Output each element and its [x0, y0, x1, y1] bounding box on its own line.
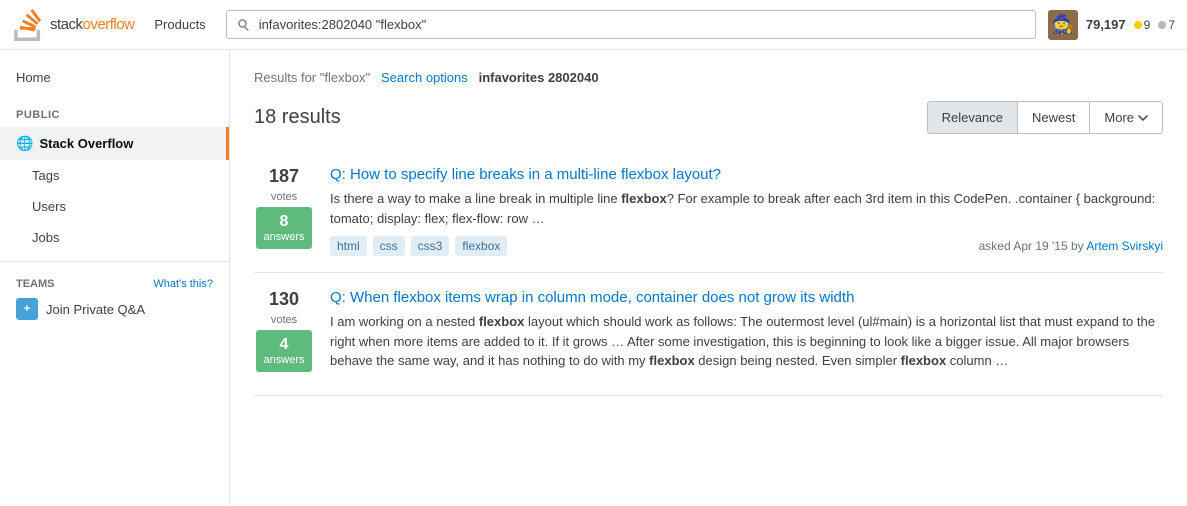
- results-count-bar: 18 results Relevance Newest More: [254, 101, 1163, 134]
- products-button[interactable]: Products: [146, 13, 213, 36]
- question-item: 130 votes 4 answers Q: When flexbox item…: [254, 273, 1163, 396]
- search-icon: [237, 18, 251, 32]
- logo-text: stackoverflow: [50, 16, 134, 33]
- tag-css[interactable]: css: [373, 236, 405, 256]
- stackoverflow-logo-icon: [12, 9, 44, 41]
- author-link[interactable]: Artem Svirskyi: [1086, 239, 1163, 253]
- join-icon: +: [16, 298, 38, 320]
- main-layout: Home PUBLIC 🌐 Stack Overflow Tags Users …: [0, 50, 1187, 506]
- teams-section: TEAMS What's this? + Join Private Q&A: [0, 261, 229, 336]
- teams-label: TEAMS: [16, 278, 55, 290]
- votes-label: votes: [271, 314, 297, 326]
- sidebar: Home PUBLIC 🌐 Stack Overflow Tags Users …: [0, 50, 230, 506]
- vote-count: 187: [269, 166, 299, 187]
- header: stackoverflow Products 🧙 79,197 9 7: [0, 0, 1187, 50]
- sort-buttons: Relevance Newest More: [927, 101, 1163, 134]
- search-input[interactable]: [259, 17, 1025, 32]
- q-stats: 187 votes 8 answers: [254, 166, 314, 256]
- answers-label-text: answers: [264, 231, 305, 243]
- search-bar: [226, 10, 1036, 39]
- silver-badge: 7: [1158, 18, 1175, 32]
- question-title[interactable]: Q: How to specify line breaks in a multi…: [330, 166, 1163, 183]
- votes-label: votes: [271, 191, 297, 203]
- tag-flexbox[interactable]: flexbox: [455, 236, 507, 256]
- logo-area[interactable]: stackoverflow: [12, 9, 134, 41]
- q-body: Q: How to specify line breaks in a multi…: [330, 166, 1163, 256]
- whats-this-link[interactable]: What's this?: [153, 278, 213, 290]
- q-excerpt: Is there a way to make a line break in m…: [330, 189, 1163, 228]
- results-count: 18 results: [254, 106, 341, 129]
- join-private-qa[interactable]: + Join Private Q&A: [16, 298, 213, 320]
- answers-badge: 4 answers: [256, 330, 313, 372]
- answers-count: 8: [264, 213, 305, 231]
- content-area: Results for "flexbox" Search options inf…: [230, 50, 1187, 506]
- sidebar-item-home[interactable]: Home: [0, 62, 229, 93]
- avatar[interactable]: 🧙: [1048, 10, 1078, 40]
- q-stats: 130 votes 4 answers: [254, 289, 314, 379]
- sidebar-item-tags[interactable]: Tags: [0, 160, 229, 191]
- tag-css3[interactable]: css3: [411, 236, 450, 256]
- q-meta: asked Apr 19 '15 by Artem Svirskyi: [979, 239, 1163, 253]
- q-excerpt: I am working on a nested flexbox layout …: [330, 312, 1163, 371]
- results-info: Results for "flexbox" Search options inf…: [254, 70, 1163, 85]
- teams-header: TEAMS What's this?: [16, 278, 213, 290]
- q-tags-meta: html css css3 flexbox asked Apr 19 '15 b…: [330, 236, 1163, 256]
- sidebar-item-jobs[interactable]: Jobs: [0, 222, 229, 253]
- answers-count: 4: [264, 336, 305, 354]
- question-title[interactable]: Q: When flexbox items wrap in column mod…: [330, 289, 1163, 306]
- chevron-down-icon: [1138, 113, 1148, 123]
- tag-html[interactable]: html: [330, 236, 367, 256]
- vote-count: 130: [269, 289, 299, 310]
- sort-relevance-button[interactable]: Relevance: [927, 101, 1018, 134]
- q-body: Q: When flexbox items wrap in column mod…: [330, 289, 1163, 379]
- results-header: Results for "flexbox" Search options inf…: [254, 70, 1163, 134]
- globe-icon: 🌐: [16, 135, 33, 152]
- user-area: 🧙 79,197 9 7: [1048, 10, 1175, 40]
- question-item: 187 votes 8 answers Q: How to specify li…: [254, 150, 1163, 273]
- gold-badge: 9: [1134, 18, 1151, 32]
- sidebar-item-users[interactable]: Users: [0, 191, 229, 222]
- search-options-link[interactable]: Search options: [381, 70, 468, 85]
- sort-more-button[interactable]: More: [1090, 101, 1163, 134]
- sidebar-item-stackoverflow[interactable]: 🌐 Stack Overflow: [0, 127, 229, 160]
- reputation-score: 79,197: [1086, 17, 1126, 32]
- sidebar-section-public: PUBLIC: [0, 93, 229, 127]
- sort-newest-button[interactable]: Newest: [1018, 101, 1090, 134]
- answers-badge: 8 answers: [256, 207, 313, 249]
- answers-label-text: answers: [264, 354, 305, 366]
